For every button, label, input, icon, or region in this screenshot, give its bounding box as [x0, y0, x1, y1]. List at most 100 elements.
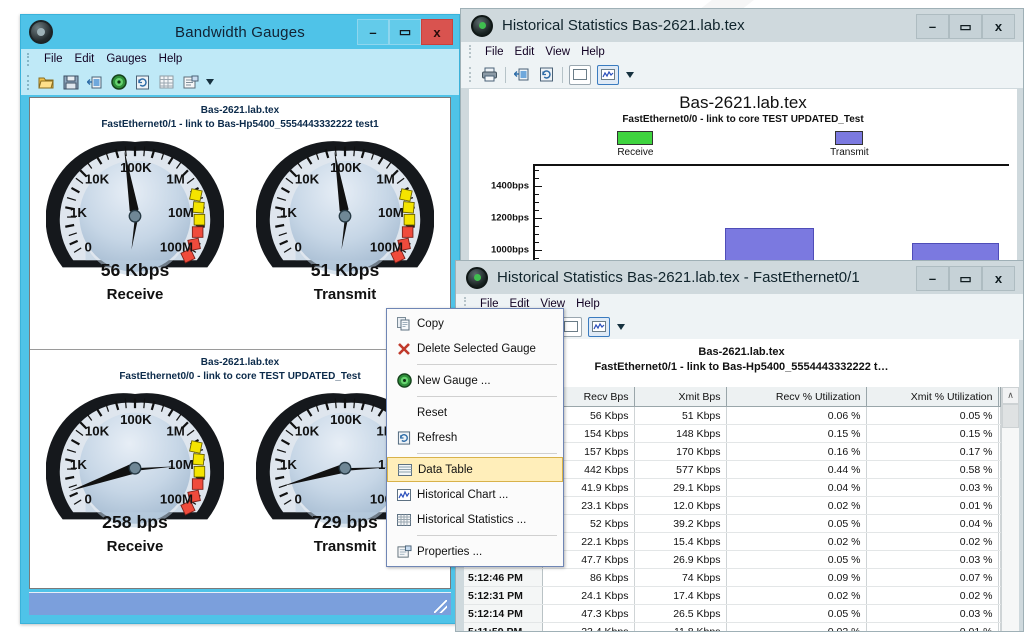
legend-label: Receive: [617, 147, 654, 158]
menubar[interactable]: File Edit Gauges Help: [21, 49, 459, 69]
titlebar[interactable]: Historical Statistics Bas-2621.lab.tex –…: [461, 9, 1023, 42]
menu-view[interactable]: View: [545, 46, 570, 58]
close-button[interactable]: x: [421, 19, 453, 45]
col-xmit-util[interactable]: Xmit % Utilization: [866, 387, 999, 407]
titlebar[interactable]: Bandwidth Gauges – ▭ x: [21, 15, 459, 49]
table-row[interactable]: 5:12:31 PM 24.1 Kbps 17.4 Kbps 0.02 % 0.02 %: [464, 586, 1001, 605]
menu-gauges[interactable]: Gauges: [106, 53, 146, 65]
print-icon[interactable]: [480, 65, 499, 84]
menu-item-label: New Gauge ...: [417, 374, 491, 387]
svg-text:1M: 1M: [166, 424, 184, 439]
toolbar[interactable]: [21, 69, 459, 95]
dropdown-arrow-icon[interactable]: [616, 317, 626, 336]
menubar-grip[interactable]: [469, 45, 474, 58]
window-controls[interactable]: – ▭ x: [357, 19, 453, 45]
close-button[interactable]: x: [982, 266, 1015, 291]
menu-help[interactable]: Help: [581, 46, 605, 58]
cell-xmit: 29.1 Kbps: [634, 478, 727, 497]
vertical-scrollbar[interactable]: ∧: [1001, 387, 1019, 631]
y-axis-minor-tick: [535, 242, 539, 243]
save-disk-icon[interactable]: [61, 73, 80, 92]
menu-item-reset[interactable]: Reset: [387, 400, 563, 425]
gauge-panel-interface: FastEthernet0/1 - link to Bas-Hp5400_555…: [101, 118, 379, 130]
menu-item-historical-chart[interactable]: Historical Chart ...: [387, 482, 563, 507]
menubar-grip[interactable]: [27, 52, 32, 66]
menu-item-refresh[interactable]: Refresh: [387, 425, 563, 450]
svg-text:0: 0: [295, 491, 302, 506]
menu-help[interactable]: Help: [576, 298, 600, 310]
menu-item-copy[interactable]: Copy: [387, 311, 563, 336]
new-gauge-icon[interactable]: [109, 73, 128, 92]
cell-xmit: 26.5 Kbps: [634, 604, 727, 623]
menu-item-label: Delete Selected Gauge: [417, 342, 536, 355]
gauge-caption: Transmit: [313, 286, 377, 303]
export-icon[interactable]: [85, 73, 104, 92]
y-axis-minor-tick: [535, 210, 539, 211]
col-xmit-bps[interactable]: Xmit Bps: [634, 387, 727, 407]
gauge-panel-device: Bas-2621.lab.tex: [200, 105, 280, 116]
dropdown-arrow-icon[interactable]: [625, 65, 635, 84]
resize-grip-icon[interactable]: [434, 600, 447, 613]
gauge-receive[interactable]: 0 1K 10K 100K 1M 10M 100M: [43, 387, 228, 555]
menu-file[interactable]: File: [485, 46, 504, 58]
close-button[interactable]: x: [982, 14, 1015, 39]
toolbar-grip[interactable]: [27, 74, 32, 90]
export-icon[interactable]: [512, 65, 531, 84]
menu-item-new-gauge[interactable]: New Gauge ...: [387, 368, 563, 393]
cell-xmit-pct: 0.15 %: [866, 424, 999, 443]
gauge-transmit[interactable]: 0 1K 10K 100K 1M 10M 100M: [253, 135, 438, 303]
table-row[interactable]: 5:11:59 PM23.4 Kbps11.8 Kbps0.02 %0.01 %: [464, 622, 1001, 631]
minimize-button[interactable]: –: [357, 19, 389, 45]
menu-help[interactable]: Help: [159, 53, 183, 65]
menu-item-delete-selected-gauge[interactable]: Delete Selected Gauge: [387, 336, 563, 361]
cell-recv-pct: 0.06 %: [726, 406, 867, 425]
table-view-icon[interactable]: [569, 64, 591, 85]
open-folder-icon[interactable]: [37, 73, 56, 92]
minimize-button[interactable]: –: [916, 14, 949, 39]
properties-icon[interactable]: [181, 73, 200, 92]
refresh-icon[interactable]: [537, 65, 556, 84]
maximize-button[interactable]: ▭: [389, 19, 421, 45]
menubar[interactable]: File Edit View Help: [461, 42, 1023, 61]
dropdown-arrow-icon[interactable]: [205, 73, 215, 92]
menu-edit[interactable]: Edit: [75, 53, 95, 65]
window-controls[interactable]: – ▭ x: [916, 266, 1015, 291]
svg-text:100M: 100M: [160, 239, 193, 254]
grid-icon[interactable]: [157, 73, 176, 92]
toolbar[interactable]: [461, 61, 1023, 88]
maximize-button[interactable]: ▭: [949, 14, 982, 39]
menu-item-historical-statistics[interactable]: Historical Statistics ...: [387, 507, 563, 532]
window-controls[interactable]: – ▭ x: [916, 14, 1015, 39]
window-title: Historical Statistics Bas-2621.lab.tex: [502, 17, 745, 34]
menu-file[interactable]: File: [44, 53, 63, 65]
gauge-caption: Receive: [106, 538, 164, 555]
historical-statistics-chart-window[interactable]: Historical Statistics Bas-2621.lab.tex –…: [460, 8, 1024, 270]
svg-text:0: 0: [295, 239, 302, 254]
minimize-button[interactable]: –: [916, 266, 949, 291]
chart-view-icon[interactable]: [588, 316, 610, 337]
svg-text:10K: 10K: [85, 172, 110, 187]
menu-item-properties[interactable]: Properties ...: [387, 539, 563, 564]
titlebar[interactable]: Historical Statistics Bas-2621.lab.tex -…: [456, 261, 1023, 294]
table-row[interactable]: 5:12:46 PM 86 Kbps 74 Kbps 0.09 % 0.07 %: [464, 568, 1001, 587]
gauge-dial: 0 1K 10K 100K 1M 10M 100M: [45, 393, 225, 532]
toolbar-grip[interactable]: [469, 67, 474, 82]
menu-edit[interactable]: Edit: [515, 46, 535, 58]
window-title: Historical Statistics Bas-2621.lab.tex -…: [497, 269, 860, 286]
refresh-icon[interactable]: [133, 73, 152, 92]
svg-text:10K: 10K: [295, 424, 320, 439]
svg-text:1K: 1K: [70, 457, 87, 472]
gauge-context-menu[interactable]: Copy Delete Selected Gauge New Gauge ...…: [386, 308, 564, 567]
cell-recv-pct: 0.05 %: [726, 604, 867, 623]
cell-recv: 23.4 Kbps: [542, 622, 635, 631]
gauge-receive[interactable]: 0 1K 10K 100K 1M 10M 100M: [43, 135, 228, 303]
scroll-up-arrow-icon[interactable]: ∧: [1002, 387, 1019, 404]
table-row[interactable]: 5:12:14 PM 47.3 Kbps 26.5 Kbps 0.05 % 0.03 %: [464, 604, 1001, 623]
maximize-button[interactable]: ▭: [949, 266, 982, 291]
menu-item-data-table[interactable]: Data Table: [387, 457, 563, 482]
refresh-icon: [391, 429, 417, 447]
chart-canvas: Bas-2621.lab.tex FastEthernet0/0 - link …: [469, 89, 1017, 269]
chart-view-icon[interactable]: [597, 64, 619, 85]
scrollbar-thumb[interactable]: [1002, 404, 1019, 428]
col-recv-util[interactable]: Recv % Utilization: [726, 387, 867, 407]
